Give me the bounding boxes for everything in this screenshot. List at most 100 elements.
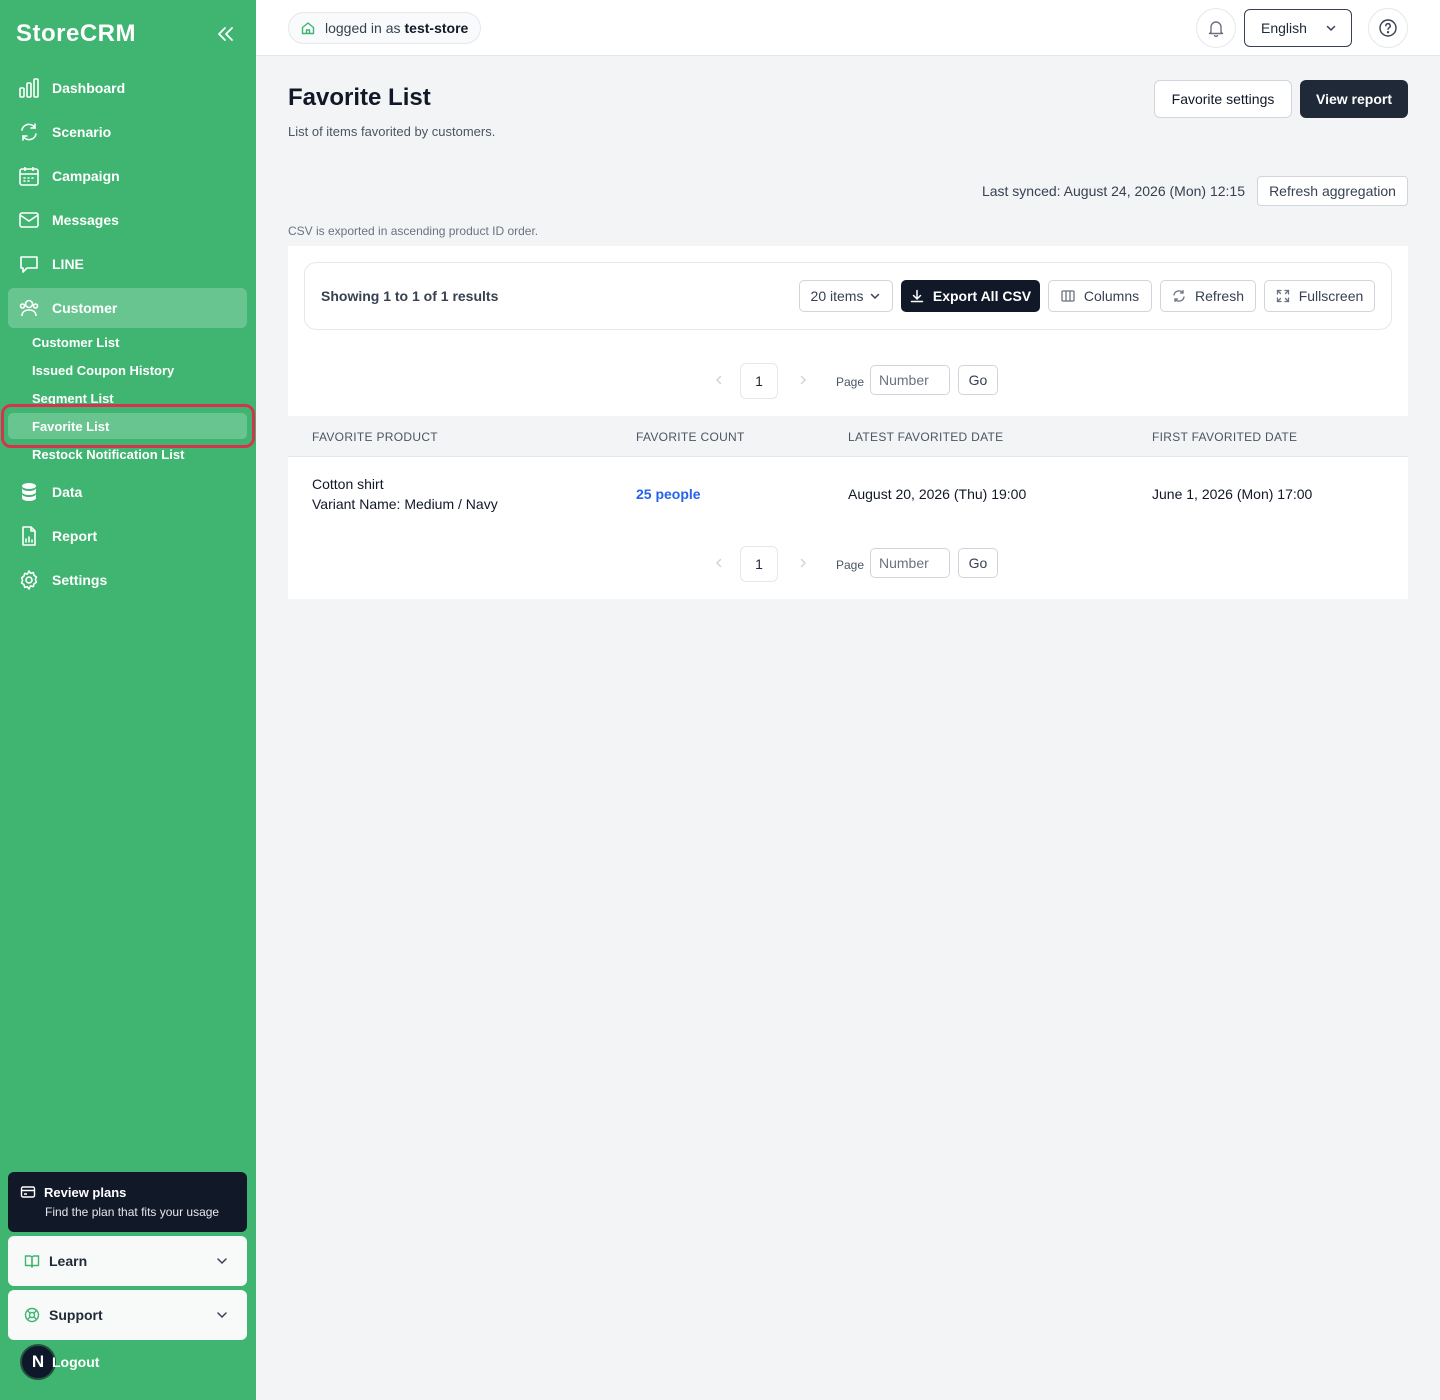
export-csv-button[interactable]: Export All CSV — [901, 280, 1040, 312]
refresh-icon — [18, 121, 40, 143]
columns-icon — [1061, 289, 1075, 303]
report-icon — [18, 525, 40, 547]
latest-favorited-date: August 20, 2026 (Thu) 19:00 — [848, 486, 1027, 502]
top-bar: logged in as test-store English — [256, 0, 1440, 56]
favorite-settings-button[interactable]: Favorite settings — [1154, 80, 1292, 118]
refresh-aggregation-button[interactable]: Refresh aggregation — [1257, 176, 1408, 206]
nav-messages[interactable]: Messages — [8, 200, 247, 240]
favorites-panel: Showing 1 to 1 of 1 results 20 items Exp… — [288, 246, 1408, 599]
sidebar: StoreCRM Dashboard Scenario Campaign Mes… — [0, 0, 256, 1400]
chevron-left-icon[interactable] — [712, 556, 726, 570]
sidebar-item-segment-list[interactable]: Segment List — [8, 385, 247, 411]
store-name: test-store — [404, 20, 469, 36]
book-icon — [24, 1253, 40, 1269]
chevron-right-icon[interactable] — [796, 373, 810, 387]
refresh-label: Refresh — [1194, 288, 1245, 304]
refresh-button[interactable]: Refresh — [1160, 280, 1256, 312]
chat-icon — [18, 253, 40, 275]
sidebar-item-favorite-list[interactable]: Favorite List — [8, 413, 247, 439]
help-button[interactable] — [1368, 8, 1408, 48]
page-size-value: 20 items — [810, 288, 864, 304]
product-variant: Variant Name: Medium / Navy — [312, 496, 498, 512]
results-summary: Showing 1 to 1 of 1 results — [321, 288, 499, 304]
sidebar-item-customer-list[interactable]: Customer List — [8, 329, 247, 355]
page-label: Page — [836, 558, 865, 572]
favorite-count-link[interactable]: 25 people — [636, 486, 701, 502]
column-header-first[interactable]: FIRST FAVORITED DATE — [1152, 430, 1297, 444]
lifebuoy-icon — [24, 1307, 40, 1323]
column-header-product[interactable]: FAVORITE PRODUCT — [312, 430, 438, 444]
logout-label: Logout — [52, 1354, 100, 1370]
column-header-count[interactable]: FAVORITE COUNT — [636, 430, 745, 444]
pagination-top: 1 Page Go — [712, 363, 1012, 399]
home-icon — [301, 21, 315, 35]
review-plans-title: Review plans — [44, 1184, 127, 1200]
table-header: FAVORITE PRODUCT FAVORITE COUNT LATEST F… — [288, 416, 1408, 457]
chevron-down-icon — [869, 290, 881, 302]
review-plans-card[interactable]: Review plans Find the plan that fits you… — [8, 1172, 247, 1232]
page-number-input[interactable] — [870, 365, 950, 395]
bell-icon — [1207, 19, 1225, 37]
table-row: Cotton shirt Variant Name: Medium / Navy… — [288, 457, 1408, 531]
fullscreen-icon — [1276, 289, 1290, 303]
mail-icon — [18, 209, 40, 231]
nav-settings[interactable]: Settings — [8, 560, 247, 600]
fullscreen-button[interactable]: Fullscreen — [1264, 280, 1375, 312]
collapse-sidebar-icon[interactable] — [214, 24, 236, 44]
page-title: Favorite List — [288, 84, 431, 111]
sidebar-item-restock-notification-list[interactable]: Restock Notification List — [8, 441, 247, 467]
help-icon — [1378, 18, 1398, 38]
logout-button[interactable]: N Logout — [20, 1344, 99, 1380]
current-page-button[interactable]: 1 — [740, 546, 778, 582]
nav-report[interactable]: Report — [8, 516, 247, 556]
language-value: English — [1261, 20, 1307, 36]
columns-button[interactable]: Columns — [1048, 280, 1152, 312]
first-favorited-date: June 1, 2026 (Mon) 17:00 — [1152, 486, 1313, 502]
csv-export-note: CSV is exported in ascending product ID … — [288, 224, 539, 238]
table-toolbar: Showing 1 to 1 of 1 results 20 items Exp… — [304, 262, 1392, 330]
sidebar-item-issued-coupon-history[interactable]: Issued Coupon History — [8, 357, 247, 383]
bar-chart-icon — [18, 77, 40, 99]
notifications-button[interactable] — [1196, 8, 1236, 48]
last-synced-text: Last synced: August 24, 2026 (Mon) 12:15 — [981, 183, 1245, 199]
login-status-pill[interactable]: logged in as test-store — [288, 12, 482, 44]
support-accordion[interactable]: Support — [8, 1290, 247, 1340]
login-prefix: logged in as — [325, 20, 401, 36]
chevron-down-icon — [215, 1308, 229, 1322]
download-icon — [910, 289, 924, 303]
product-name: Cotton shirt — [312, 476, 384, 492]
chevron-left-icon[interactable] — [712, 373, 726, 387]
nav-scenario[interactable]: Scenario — [8, 112, 247, 152]
view-report-button[interactable]: View report — [1300, 80, 1408, 118]
credit-card-icon — [20, 1184, 36, 1200]
review-plans-subtitle: Find the plan that fits your usage — [45, 1205, 220, 1219]
brand-logo: StoreCRM — [16, 20, 137, 47]
chevron-right-icon[interactable] — [796, 556, 810, 570]
nav-customer[interactable]: Customer — [8, 288, 247, 328]
language-select[interactable]: English — [1244, 9, 1352, 47]
calendar-icon — [18, 165, 40, 187]
nav-dashboard[interactable]: Dashboard — [8, 68, 247, 108]
gear-icon — [18, 569, 40, 591]
nav-campaign[interactable]: Campaign — [8, 156, 247, 196]
avatar: N — [20, 1344, 56, 1380]
database-icon — [18, 481, 40, 503]
export-csv-label: Export All CSV — [932, 288, 1032, 304]
page-label: Page — [836, 375, 865, 389]
chevron-down-icon — [1325, 22, 1337, 34]
go-button[interactable]: Go — [958, 365, 998, 395]
refresh-icon — [1172, 289, 1186, 303]
current-page-button[interactable]: 1 — [740, 363, 778, 399]
columns-label: Columns — [1083, 288, 1140, 304]
pagination-bottom: 1 Page Go — [712, 546, 1012, 582]
users-icon — [18, 297, 40, 319]
chevron-down-icon — [215, 1254, 229, 1268]
nav-data[interactable]: Data — [8, 472, 247, 512]
page-number-input[interactable] — [870, 548, 950, 578]
learn-accordion[interactable]: Learn — [8, 1236, 247, 1286]
go-button[interactable]: Go — [958, 548, 998, 578]
nav-line[interactable]: LINE — [8, 244, 247, 284]
page-subtitle: List of items favorited by customers. — [288, 124, 496, 139]
column-header-latest[interactable]: LATEST FAVORITED DATE — [848, 430, 1003, 444]
page-size-select[interactable]: 20 items — [799, 280, 893, 312]
